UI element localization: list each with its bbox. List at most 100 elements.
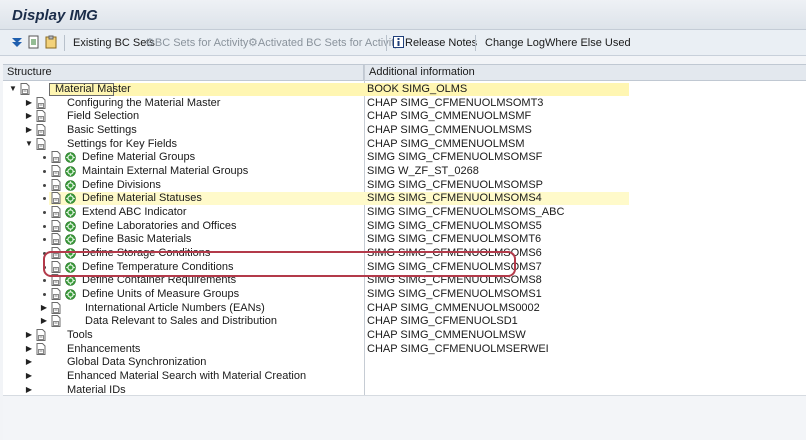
tree-node-label[interactable]: Settings for Key Fields [67,138,177,151]
tree-node-label[interactable]: Maintain External Material Groups [82,165,248,178]
tree-node-label[interactable]: Global Data Synchronization [67,356,206,369]
release-notes-button[interactable]: Release Notes [405,30,477,56]
document-view-icon[interactable] [27,35,41,49]
bc-sets-for-activity-button[interactable]: ⚙BC Sets for Activity [145,30,248,56]
additional-info-cell: CHAP SIMG_CMMENUOLMS0002 [367,301,540,314]
tree-row[interactable]: Define Laboratories and Offices SIMG SIMG… [3,219,806,234]
toolbar: Existing BC Sets ⚙BC Sets for Activity ⚙… [0,30,806,56]
tree-row[interactable]: ▶ Enhancements CHAP SIMG_CFMENUOLMSERWEI [3,342,806,357]
execute-icon[interactable] [65,275,76,287]
document-icon[interactable] [51,301,61,314]
tree-row[interactable]: ▼ Material Master BOOK SIMG_OLMS [3,83,806,97]
execute-icon[interactable] [65,166,76,177]
tree-row[interactable]: ▼ Settings for Key Fields CHAP SIMG_CMMENU… [3,137,806,152]
execute-icon[interactable] [65,152,76,164]
document-icon[interactable] [36,110,46,123]
tree-row[interactable]: Extend ABC Indicator SIMG SIMG_CFMENUOLMS… [3,206,806,220]
tree-row[interactable]: Define Basic Materials SIMG SIMG_CFMENUOL… [3,233,806,247]
document-icon[interactable] [36,124,46,136]
where-else-used-button[interactable]: Where Else Used [545,30,631,56]
execute-icon[interactable] [65,207,76,218]
leaf-dot-icon [43,183,46,187]
tree-node-label[interactable]: International Article Numbers (EANs) [85,302,265,315]
clipboard-icon[interactable] [44,35,58,49]
tree-row[interactable]: Define Material Groups SIMG SIMG_CFMENUOL… [3,151,806,165]
tree-row[interactable]: Define Units of Measure Groups SIMG SIMG_… [3,288,806,302]
tree-row[interactable]: ▶ Enhanced Material Search with Material … [3,370,806,384]
expand-arrow-icon[interactable]: ▶ [25,112,33,120]
leaf-dot-icon [43,211,46,215]
info-icon [393,36,404,48]
tree-node-label[interactable]: Extend ABC Indicator [82,206,187,219]
structure-column-header[interactable]: Structure [3,65,364,81]
execute-icon[interactable] [65,220,76,232]
activated-bc-sets-button[interactable]: ⚙Activated BC Sets for Activity [248,30,400,56]
tree-node-label[interactable]: Define Units of Measure Groups [82,288,239,301]
tree-node-label[interactable]: Configuring the Material Master [67,97,220,110]
change-log-button[interactable]: Change Log [485,30,545,56]
tree-row[interactable]: Define Divisions SIMG SIMG_CFMENUOLMSOMSP [3,178,806,193]
document-icon[interactable] [51,178,61,191]
tree-row[interactable]: ▶ Data Relevant to Sales and Distribution… [3,315,806,329]
expand-arrow-icon[interactable]: ▶ [25,344,33,353]
tree-row[interactable]: ▶ Global Data Synchronization [3,356,806,370]
tree-node-label[interactable]: Material IDs [67,384,126,397]
additional-info-column-header[interactable]: Additional information [365,65,806,81]
tree-row[interactable]: ▶ Tools CHAP SIMG_CMMENUOLMSW [3,329,806,343]
tree-node-label[interactable]: Data Relevant to Sales and Distribution [85,315,277,328]
document-icon[interactable] [51,192,61,205]
collapse-arrow-icon[interactable]: ▼ [25,139,33,148]
execute-icon[interactable] [65,179,76,191]
additional-info-cell: CHAP SIMG_CMMENUOLMSW [367,329,526,342]
tree-node-label[interactable]: Tools [67,329,93,342]
expand-arrow-icon[interactable]: ▶ [40,303,48,312]
tree-row[interactable]: ▶ Field Selection CHAP SIMG_CMMENUOLMSMF [3,110,806,124]
tree-node-label[interactable]: Define Laboratories and Offices [82,220,237,233]
expand-arrow-icon[interactable]: ▶ [25,372,33,380]
activated-bc-sets-icon: ⚙ [248,37,258,49]
collapse-arrow-icon[interactable]: ▼ [9,85,17,93]
tree-row[interactable]: ▶ Basic Settings CHAP SIMG_CMMENUOLMSMS [3,124,806,138]
expand-arrow-icon[interactable]: ▶ [25,385,33,394]
document-icon[interactable] [51,151,61,164]
document-icon[interactable] [36,342,46,355]
tree-node-label[interactable]: Basic Settings [67,124,137,137]
additional-info-cell: BOOK SIMG_OLMS [367,83,468,95]
expand-arrow-icon[interactable]: ▶ [25,126,33,134]
execute-icon[interactable] [65,234,76,246]
expand-arrow-icon[interactable]: ▶ [25,358,33,366]
document-icon[interactable] [36,137,46,150]
tree-node-label[interactable]: Define Basic Materials [82,233,191,246]
execute-icon[interactable] [65,193,76,205]
document-icon[interactable] [51,219,61,232]
expand-all-icon[interactable] [10,35,24,49]
expand-arrow-icon[interactable]: ▶ [25,98,33,107]
tree-row[interactable]: ▶ International Article Numbers (EANs) CHA… [3,301,806,316]
expand-arrow-icon[interactable]: ▶ [40,317,48,325]
tree-node-label[interactable]: Define Material Groups [82,151,195,164]
tree-node-label[interactable]: Enhanced Material Search with Material C… [67,370,306,383]
document-icon[interactable] [20,83,30,95]
tree-node-label[interactable]: Field Selection [67,110,139,123]
document-icon[interactable] [51,288,61,301]
additional-info-cell: SIMG SIMG_CFMENUOLMSOMS4 [367,192,542,205]
document-icon[interactable] [36,329,46,342]
tree-node-label[interactable]: Enhancements [67,343,140,356]
highlight-callout [43,251,516,277]
expand-arrow-icon[interactable]: ▶ [25,331,33,339]
document-icon[interactable] [36,96,46,109]
document-icon[interactable] [51,165,61,178]
tree-node-label[interactable]: Material Master [55,83,131,96]
tree-node-label[interactable]: Define Divisions [82,179,161,192]
document-icon[interactable] [51,233,61,246]
tree-row[interactable]: ▶ Configuring the Material Master CHAP SIM… [3,96,806,111]
execute-icon[interactable] [65,289,76,300]
tree-row[interactable]: Define Material Statuses SIMG SIMG_CFMENU… [3,192,806,206]
document-icon[interactable] [51,206,61,219]
tree-row[interactable]: ▶ Material IDs [3,384,806,398]
document-icon[interactable] [51,315,61,328]
tree-row[interactable]: Maintain External Material Groups SIMG W_… [3,165,806,179]
tree-node-label[interactable]: Define Material Statuses [82,192,202,205]
additional-info-cell: SIMG SIMG_CFMENUOLMSOMT6 [367,233,542,246]
existing-bc-sets-button[interactable]: Existing BC Sets [73,30,155,56]
